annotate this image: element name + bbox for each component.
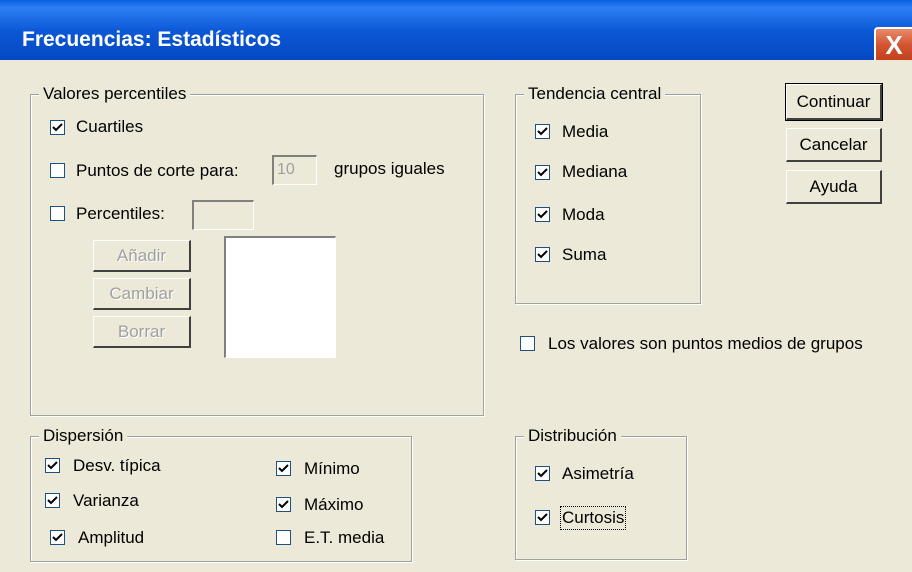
percentiles-checkbox[interactable] (50, 206, 65, 221)
checkmark-icon (52, 123, 63, 132)
midpoints-label[interactable]: Los valores son puntos medios de grupos (548, 334, 863, 354)
checkmark-icon (47, 461, 58, 470)
percentile-values-legend: Valores percentiles (39, 84, 191, 104)
std-dev-checkbox[interactable] (45, 458, 60, 473)
checkmark-icon (537, 168, 548, 177)
skewness-label[interactable]: Asimetría (562, 464, 634, 484)
checkmark-icon (278, 500, 289, 509)
checkmark-icon (52, 533, 63, 542)
mode-checkbox[interactable] (535, 207, 550, 222)
cut-points-checkbox[interactable] (50, 163, 65, 178)
checkmark-icon (278, 464, 289, 473)
se-mean-checkbox[interactable] (276, 530, 291, 545)
window-title: Frecuencias: Estadísticos (22, 28, 282, 51)
skewness-checkbox[interactable] (535, 466, 550, 481)
distribution-legend: Distribución (524, 426, 621, 446)
quartiles-checkbox[interactable] (50, 120, 65, 135)
mean-label[interactable]: Media (562, 122, 608, 142)
se-mean-label[interactable]: E.T. media (304, 528, 384, 548)
midpoints-checkbox[interactable] (520, 336, 535, 351)
variance-label[interactable]: Varianza (73, 491, 139, 511)
checkmark-icon (47, 496, 58, 505)
continue-button[interactable]: Continuar (785, 83, 883, 121)
median-checkbox[interactable] (535, 165, 550, 180)
change-button[interactable]: Cambiar (93, 278, 191, 310)
quartiles-label[interactable]: Cuartiles (76, 117, 143, 137)
maximum-checkbox[interactable] (276, 497, 291, 512)
close-button[interactable]: X (874, 27, 912, 63)
dialog-body: Valores percentiles Cuartiles Puntos de … (0, 60, 912, 572)
close-icon: X (885, 29, 903, 60)
delete-button[interactable]: Borrar (93, 316, 191, 348)
equal-groups-label: grupos iguales (334, 159, 445, 178)
help-button[interactable]: Ayuda (786, 170, 882, 204)
dispersion-legend: Dispersión (39, 426, 128, 446)
std-dev-label[interactable]: Desv. típica (73, 456, 161, 476)
sum-label[interactable]: Suma (562, 245, 606, 265)
kurtosis-label[interactable]: Curtosis (559, 506, 627, 530)
mean-checkbox[interactable] (535, 124, 550, 139)
mode-label[interactable]: Moda (562, 205, 605, 225)
minimum-label[interactable]: Mínimo (304, 459, 360, 479)
cut-points-label[interactable]: Puntos de corte para: (76, 161, 239, 181)
checkmark-icon (537, 469, 548, 478)
maximum-label[interactable]: Máximo (304, 495, 364, 515)
central-tendency-legend: Tendencia central (524, 84, 666, 104)
add-button[interactable]: Añadir (93, 240, 191, 272)
median-label[interactable]: Mediana (562, 162, 627, 182)
checkmark-icon (537, 250, 548, 259)
checkmark-icon (537, 210, 548, 219)
percentiles-list[interactable] (224, 236, 336, 358)
cancel-button[interactable]: Cancelar (786, 128, 882, 162)
range-label[interactable]: Amplitud (78, 528, 144, 548)
percentiles-label[interactable]: Percentiles: (76, 204, 165, 224)
checkmark-icon (537, 127, 548, 136)
distribution-group: Distribución (515, 426, 687, 560)
range-checkbox[interactable] (50, 530, 65, 545)
percentiles-input[interactable] (192, 200, 254, 230)
kurtosis-checkbox[interactable] (535, 510, 550, 525)
checkmark-icon (537, 513, 548, 522)
cut-points-input[interactable]: 10 (272, 155, 317, 185)
minimum-checkbox[interactable] (276, 461, 291, 476)
sum-checkbox[interactable] (535, 247, 550, 262)
variance-checkbox[interactable] (45, 493, 60, 508)
